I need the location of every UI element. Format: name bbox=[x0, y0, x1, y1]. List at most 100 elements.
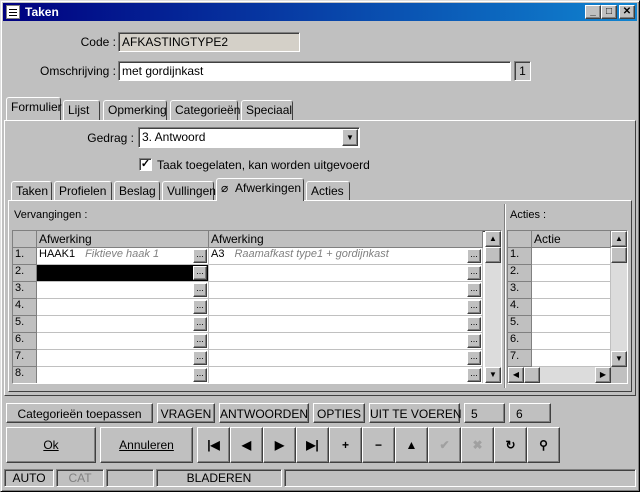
ellipsis-button[interactable]: ... bbox=[193, 266, 207, 280]
add-icon[interactable]: + bbox=[329, 427, 362, 463]
code-field[interactable]: AFKASTINGTYPE2 bbox=[118, 32, 300, 52]
subtab-afwerkingen[interactable]: ⌀ Afwerkingen bbox=[216, 178, 304, 201]
scroll-thumb[interactable] bbox=[485, 247, 501, 263]
tab-formulier[interactable]: Formulier bbox=[6, 97, 62, 120]
subtab-profielen[interactable]: Profielen bbox=[54, 181, 112, 201]
ellipsis-button[interactable]: ... bbox=[467, 351, 481, 365]
scroll-thumb[interactable] bbox=[524, 367, 540, 383]
actie-cell[interactable] bbox=[532, 299, 611, 316]
subtab-taken[interactable]: Taken bbox=[11, 181, 52, 201]
ellipsis-button[interactable]: ... bbox=[193, 368, 207, 382]
afwerking-cell-2[interactable] bbox=[209, 316, 483, 333]
delete-icon[interactable]: − bbox=[362, 427, 395, 463]
afwerking-cell-1[interactable] bbox=[37, 333, 209, 350]
scroll-thumb[interactable] bbox=[611, 247, 627, 263]
uit-te-voeren-button[interactable]: UIT TE VOEREN bbox=[369, 403, 462, 423]
acties-hscrollbar[interactable]: ◀ ▶ bbox=[508, 367, 611, 383]
subtab-vullingen[interactable]: Vullingen bbox=[162, 181, 216, 201]
tab-opmerking[interactable]: Opmerking bbox=[103, 100, 167, 120]
ellipsis-button[interactable]: ... bbox=[467, 249, 481, 263]
cancel-icon[interactable]: ✖ bbox=[461, 427, 494, 463]
afwerking-cell-1[interactable] bbox=[37, 265, 209, 282]
refresh-icon[interactable]: ↻ bbox=[494, 427, 527, 463]
ellipsis-button[interactable]: ... bbox=[193, 249, 207, 263]
button-5[interactable]: 5 bbox=[464, 403, 505, 423]
taak-checkbox[interactable]: ✓ bbox=[139, 158, 152, 171]
afwerking-cell-2[interactable]: A3 Raamafkast type1 + gordijnkast bbox=[209, 248, 483, 265]
omschrijving-field[interactable]: met gordijnkast bbox=[118, 61, 511, 81]
ellipsis-button[interactable]: ... bbox=[193, 334, 207, 348]
vervangingen-title: Vervangingen : bbox=[14, 209, 88, 221]
tab-lijst[interactable]: Lijst bbox=[63, 100, 100, 120]
afwerking-cell-2[interactable] bbox=[209, 350, 483, 367]
prev-record-icon[interactable]: ◀ bbox=[230, 427, 263, 463]
categorieen-toepassen-button[interactable]: Categorieën toepassen bbox=[6, 403, 153, 423]
ellipsis-button[interactable]: ... bbox=[467, 283, 481, 297]
antwoorden-button[interactable]: ANTWOORDEN bbox=[219, 403, 309, 423]
actie-cell[interactable] bbox=[532, 333, 611, 350]
acties-vscrollbar[interactable]: ▲ ▼ bbox=[611, 231, 627, 367]
ellipsis-button[interactable]: ... bbox=[193, 283, 207, 297]
afwerking-cell-1[interactable] bbox=[37, 299, 209, 316]
tab-categorieen[interactable]: Categorieën bbox=[170, 100, 240, 120]
scroll-right-icon[interactable]: ▶ bbox=[595, 367, 611, 383]
chevron-down-icon[interactable]: ▼ bbox=[342, 129, 358, 146]
opties-button[interactable]: OPTIES bbox=[313, 403, 365, 423]
sub-tabs: Taken Profielen Beslag Vullingen ⌀ Afwer… bbox=[11, 178, 631, 201]
column-header-afwerking-1[interactable]: Afwerking bbox=[37, 231, 209, 248]
ellipsis-button[interactable]: ... bbox=[467, 266, 481, 280]
afwerking-cell-2[interactable] bbox=[209, 333, 483, 350]
afwerking-cell-1[interactable] bbox=[37, 367, 209, 383]
afwerking-cell-1[interactable] bbox=[37, 282, 209, 299]
annuleren-button[interactable]: Annuleren bbox=[100, 427, 193, 463]
ellipsis-button[interactable]: ... bbox=[467, 300, 481, 314]
ellipsis-button[interactable]: ... bbox=[193, 317, 207, 331]
scroll-left-icon[interactable]: ◀ bbox=[508, 367, 524, 383]
title-bar[interactable]: Taken bbox=[3, 3, 637, 21]
afwerking-cell-2[interactable] bbox=[209, 367, 483, 383]
actie-cell[interactable] bbox=[532, 316, 611, 333]
minimize-button[interactable]: _ bbox=[585, 5, 601, 19]
afwerking-cell-1[interactable] bbox=[37, 350, 209, 367]
tab-speciaal[interactable]: Speciaal bbox=[241, 100, 293, 120]
scroll-down-icon[interactable]: ▼ bbox=[611, 351, 627, 367]
actie-cell[interactable] bbox=[532, 350, 611, 367]
ellipsis-button[interactable]: ... bbox=[467, 317, 481, 331]
maximize-button[interactable]: □ bbox=[601, 5, 617, 19]
gedrag-select[interactable]: 3. Antwoord ▼ bbox=[138, 127, 360, 148]
confirm-icon[interactable]: ✔ bbox=[428, 427, 461, 463]
ellipsis-button[interactable]: ... bbox=[193, 351, 207, 365]
column-header-afwerking-2[interactable]: Afwerking bbox=[209, 231, 483, 248]
next-record-icon[interactable]: ▶ bbox=[263, 427, 296, 463]
vragen-button[interactable]: VRAGEN bbox=[157, 403, 215, 423]
afwerking-code-1: HAAK1 bbox=[39, 248, 76, 260]
ellipsis-button[interactable]: ... bbox=[467, 368, 481, 382]
scroll-up-icon[interactable]: ▲ bbox=[485, 231, 501, 247]
status-message bbox=[284, 469, 636, 487]
last-record-icon[interactable]: ▶| bbox=[296, 427, 329, 463]
subtab-acties[interactable]: Acties bbox=[306, 181, 350, 201]
afwerking-cell-2[interactable] bbox=[209, 282, 483, 299]
close-button[interactable]: ✕ bbox=[619, 5, 635, 19]
afwerking-cell-2[interactable] bbox=[209, 299, 483, 316]
first-record-icon[interactable]: |◀ bbox=[197, 427, 230, 463]
button-6[interactable]: 6 bbox=[509, 403, 551, 423]
ellipsis-button[interactable]: ... bbox=[467, 334, 481, 348]
subtab-beslag[interactable]: Beslag bbox=[114, 181, 160, 201]
ok-button[interactable]: Ok bbox=[6, 427, 96, 463]
column-header-actie[interactable]: Actie bbox=[532, 231, 611, 248]
scroll-down-icon[interactable]: ▼ bbox=[485, 367, 501, 383]
splitter[interactable] bbox=[504, 204, 506, 388]
afwerking-cell-1[interactable] bbox=[37, 316, 209, 333]
find-icon[interactable]: ⚲ bbox=[527, 427, 560, 463]
actie-cell[interactable] bbox=[532, 265, 611, 282]
scroll-up-icon[interactable]: ▲ bbox=[611, 231, 627, 247]
row-number: 1. bbox=[508, 248, 532, 265]
up-icon[interactable]: ▲ bbox=[395, 427, 428, 463]
ellipsis-button[interactable]: ... bbox=[193, 300, 207, 314]
afwerking-cell-2[interactable] bbox=[209, 265, 483, 282]
vervangingen-scrollbar[interactable]: ▲ ▼ bbox=[485, 231, 501, 383]
actie-cell[interactable] bbox=[532, 248, 611, 265]
actie-cell[interactable] bbox=[532, 282, 611, 299]
afwerking-cell-1[interactable]: HAAK1 Fiktieve haak 1 bbox=[37, 248, 209, 265]
